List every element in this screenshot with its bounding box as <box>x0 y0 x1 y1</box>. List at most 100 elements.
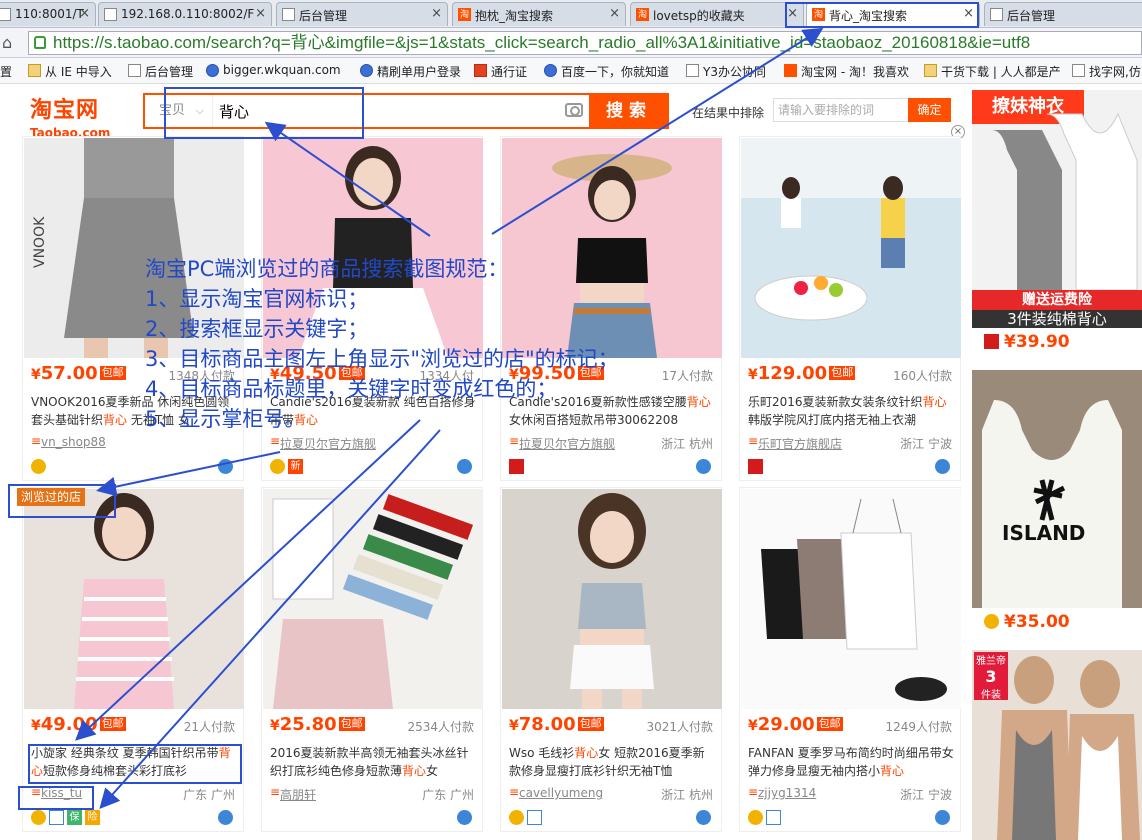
wangwang-chat-icon[interactable] <box>696 459 711 474</box>
product-title[interactable]: FANFAN 夏季罗马布简约时尚细吊带女弹力修身显瘦无袖内搭小背心 <box>748 744 954 780</box>
insurance-xian-icon[interactable]: 险 <box>85 810 100 825</box>
ad-item[interactable]: 撩妹神衣 赠送运费险 3件装纯棉背心 ¥39.90 <box>972 90 1142 352</box>
shop-name-link[interactable]: vn_shop88 <box>31 434 106 449</box>
page-icon <box>104 8 117 21</box>
taobao-logo[interactable]: 淘宝网 Taobao.com <box>30 92 120 140</box>
shop-name-link[interactable]: zjjyg1314 <box>748 785 816 800</box>
sales-count: 2534人付款 <box>407 720 474 734</box>
gold-seller-icon[interactable] <box>748 810 763 825</box>
tab-3[interactable]: 后台管理 × <box>276 2 448 26</box>
shop-name-link[interactable]: 高朋轩 <box>270 785 316 803</box>
product-image[interactable] <box>24 489 244 709</box>
bookmark-item[interactable]: 通行证 <box>474 63 527 80</box>
wangwang-chat-icon[interactable] <box>935 810 950 825</box>
new-badge-icon[interactable]: 新 <box>288 459 303 474</box>
sales-count: 3021人付款 <box>646 720 713 734</box>
seller-badges <box>509 810 545 826</box>
close-icon[interactable]: × <box>431 6 442 21</box>
bookmark-item[interactable]: 干货下载 | 人人都是产 <box>924 63 1061 80</box>
globe-icon <box>206 64 219 77</box>
product-title[interactable]: Wso 毛线衫背心女 短款2016夏季新款修身显瘦打底衫针织无袖T恤 <box>509 744 715 780</box>
tab-7[interactable]: 后台管理 <box>984 2 1142 26</box>
tab-4[interactable]: 淘抱枕_淘宝搜索 × <box>452 2 626 26</box>
bookmark-label: 从 IE 中导入 <box>45 65 112 79</box>
product-card[interactable]: ¥29.00 包邮 1249人付款 FANFAN 夏季罗马布简约时尚细吊带女弹力修身显… <box>739 487 961 832</box>
exclude-confirm-button[interactable]: 确定 <box>908 98 951 122</box>
product-image[interactable] <box>263 489 483 709</box>
wangwang-chat-icon[interactable] <box>696 810 711 825</box>
svg-text:VNOOK: VNOOK <box>32 216 48 268</box>
tmall-crown-icon[interactable] <box>527 810 542 825</box>
shop-location: 广东 广州 <box>183 788 235 802</box>
wangwang-chat-icon[interactable] <box>935 459 950 474</box>
price-value: 49.00 <box>40 714 98 735</box>
free-shipping-badge: 包邮 <box>99 717 126 731</box>
gold-seller-icon[interactable] <box>509 810 524 825</box>
seller-badges <box>748 459 766 475</box>
bookmark-item[interactable]: Y3办公协同 <box>686 63 766 80</box>
insurance-bao-icon[interactable]: 保 <box>67 810 82 825</box>
highlight-box-shop <box>18 786 94 810</box>
ad-price-value: ¥39.90 <box>1004 332 1070 352</box>
close-icon[interactable]: × <box>79 6 90 21</box>
wangwang-chat-icon[interactable] <box>457 459 472 474</box>
ad-image: ISLAND <box>972 370 1142 608</box>
bookmark-item[interactable]: bigger.wkquan.com <box>206 63 341 77</box>
shop-name-link[interactable]: 乐町官方旗舰店 <box>748 434 842 452</box>
tank-top-image: ISLAND <box>982 400 1122 608</box>
title-text: 韩版学院风打底内搭无袖上衣潮 <box>748 413 917 427</box>
shop-icon[interactable] <box>748 459 763 474</box>
title-keyword-highlight: 背心 <box>574 746 599 760</box>
bookmark-item[interactable]: 置 <box>0 63 12 80</box>
product-card[interactable]: ¥78.00 包邮 3021人付款 Wso 毛线衫背心女 短款2016夏季新款修身显瘦… <box>500 487 722 832</box>
bookmark-item[interactable]: 淘宝网 - 淘！我喜欢 <box>784 63 909 80</box>
gold-seller-icon[interactable] <box>270 459 285 474</box>
tmall-crown-icon[interactable] <box>766 810 781 825</box>
bookmark-label: 淘宝网 - 淘！我喜欢 <box>801 65 909 79</box>
shop-name-link[interactable]: 拉夏贝尔官方旗舰 <box>270 434 376 452</box>
ad-image: 雅兰帝 3 件装 <box>972 650 1142 840</box>
bookmark-item[interactable]: 后台管理 <box>128 63 193 80</box>
product-image[interactable] <box>741 138 961 358</box>
title-keyword-highlight: 背心 <box>402 764 427 778</box>
ad-price: ¥39.90 <box>972 332 1142 352</box>
product-card[interactable]: ¥25.80 包邮 2534人付款 2016夏装新款半高领无袖套头冰丝针织打底衫纯色修… <box>261 487 483 832</box>
shop-name-link[interactable]: cavellyumeng <box>509 785 603 800</box>
product-image[interactable] <box>502 489 722 709</box>
close-icon[interactable]: × <box>255 6 266 21</box>
wangwang-chat-icon[interactable] <box>218 810 233 825</box>
product-card[interactable]: ¥129.00 包邮 160人付款 乐町2016夏装新款女装条纹针织背心韩版学院风打底… <box>739 136 961 481</box>
price-value: 78.00 <box>518 714 576 735</box>
close-icon[interactable]: × <box>609 6 620 21</box>
bookmark-item[interactable]: 找字网,仿 <box>1072 63 1141 80</box>
bookmark-item[interactable]: 从 IE 中导入 <box>28 63 112 80</box>
bookmark-item[interactable]: 百度一下，你就知道 <box>544 63 669 80</box>
men-model-image <box>997 656 1140 840</box>
ad-item[interactable]: ISLAND ¥35.00 <box>972 370 1142 632</box>
gold-seller-icon[interactable] <box>31 459 46 474</box>
shop-name-link[interactable]: 拉夏贝尔官方旗舰 <box>509 434 615 452</box>
wangwang-chat-icon[interactable] <box>457 810 472 825</box>
camera-icon[interactable] <box>565 103 583 117</box>
url-field[interactable]: https://s.taobao.com/search?q=背心&imgfile… <box>28 31 1142 55</box>
search-button[interactable]: 搜索 <box>589 93 669 129</box>
shop-icon[interactable] <box>509 459 524 474</box>
shirt-print: ISLAND <box>1002 521 1085 545</box>
product-image[interactable] <box>741 489 961 709</box>
bookmark-label: 百度一下，你就知道 <box>561 65 670 79</box>
tab-5[interactable]: 淘 lovetsp的收藏夹 × <box>630 2 804 26</box>
tab-2[interactable]: 192.168.0.110:8002/F × <box>98 2 272 26</box>
price-value: 129.00 <box>757 363 828 384</box>
tmall-crown-icon[interactable] <box>49 810 64 825</box>
wangwang-chat-icon[interactable] <box>218 459 233 474</box>
currency-symbol: ¥ <box>31 367 41 383</box>
url-text: https://s.taobao.com/search?q=背心&imgfile… <box>53 33 1031 52</box>
product-title[interactable]: 乐町2016夏装新款女装条纹针织背心韩版学院风打底内搭无袖上衣潮 <box>748 393 954 429</box>
home-icon[interactable]: ⌂ <box>2 34 20 52</box>
product-title[interactable]: 2016夏装新款半高领无袖套头冰丝针织打底衫纯色修身短款薄背心女 <box>270 744 476 780</box>
tab-1[interactable]: 110:8001/T × <box>0 2 96 26</box>
gold-seller-icon[interactable] <box>31 810 46 825</box>
exclude-input[interactable]: 请输入要排除的词 <box>773 98 909 122</box>
bookmark-item[interactable]: 精刷单用户登录 <box>360 63 461 80</box>
ad-item[interactable]: 雅兰帝 3 件装 <box>972 650 1142 840</box>
